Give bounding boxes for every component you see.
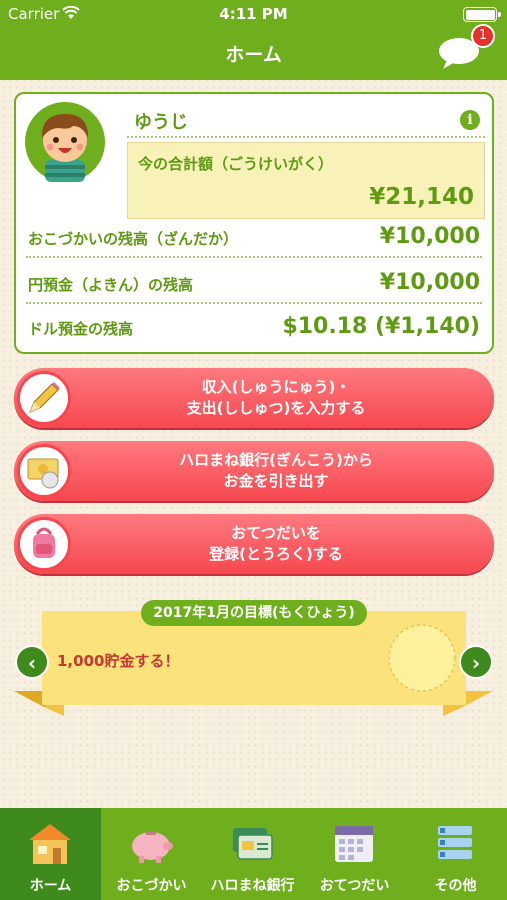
- calendar-icon: [335, 826, 373, 862]
- tab-bank[interactable]: ハロまね銀行: [202, 808, 303, 900]
- income-expense-button[interactable]: 収入(しゅうにゅう)・ 支出(ししゅつ)を入力する: [14, 368, 494, 428]
- prev-goal-button[interactable]: ‹: [15, 645, 49, 679]
- notification-badge: 1: [471, 24, 495, 48]
- button-text-line: おてつだいを: [231, 524, 321, 542]
- total-value: ¥21,140: [369, 184, 474, 210]
- button-text-line: ハロまね銀行(ぎんこう)から: [179, 451, 373, 469]
- goal-banner: 2017年1月の目標(もくひょう) 1,000貯金する！ ‹ ›: [0, 595, 507, 720]
- backpack-icon: [17, 517, 71, 571]
- page-title: ホーム: [225, 44, 282, 66]
- tab-label: その他: [434, 878, 477, 894]
- goal-month-title: 2017年1月の目標(もくひょう): [141, 600, 367, 626]
- tab-bar: ホーム おこづかい ハロまね銀行 おてつだい その他: [0, 808, 507, 900]
- yen-deposit-value: ¥10,000: [379, 270, 480, 295]
- divider: [26, 256, 482, 258]
- next-goal-button[interactable]: ›: [459, 645, 493, 679]
- divider: [127, 136, 485, 138]
- button-text-line: お金を引き出す: [223, 472, 329, 490]
- chores-label: おてつだいを 登録(とうろく)する: [74, 523, 478, 565]
- chores-button[interactable]: おてつだいを 登録(とうろく)する: [14, 514, 494, 574]
- status-bar: Carrier 4:11 PM: [0, 0, 507, 28]
- battery-icon: [463, 7, 501, 22]
- withdraw-button[interactable]: ハロまね銀行(ぎんこう)から お金を引き出す: [14, 441, 494, 501]
- piggy-bank-icon: [132, 832, 173, 863]
- allowance-balance-label: おこづかいの残高（ざんだか）: [28, 230, 239, 248]
- tab-home[interactable]: ホーム: [0, 808, 101, 900]
- tab-chores[interactable]: おてつだい: [304, 808, 405, 900]
- info-icon[interactable]: i: [460, 110, 480, 130]
- button-text-line: 登録(とうろく)する: [209, 545, 343, 563]
- button-text-line: 収入(しゅうにゅう)・: [201, 378, 351, 396]
- money-icon: [17, 444, 71, 498]
- income-expense-label: 収入(しゅうにゅう)・ 支出(ししゅつ)を入力する: [74, 377, 478, 419]
- status-time: 4:11 PM: [219, 5, 288, 23]
- tab-label: ハロまね銀行: [210, 878, 295, 894]
- dollar-deposit-label: ドル預金の残高: [28, 320, 134, 338]
- allowance-balance-value: ¥10,000: [379, 224, 480, 249]
- boy-avatar-icon: [25, 102, 105, 182]
- total-amount-box: 今の合計額（ごうけいがく） ¥21,140: [127, 142, 485, 219]
- tab-allowance[interactable]: おこづかい: [101, 808, 202, 900]
- pencil-icon: [17, 371, 71, 425]
- tab-other[interactable]: その他: [405, 808, 506, 900]
- user-name: ゆうじ: [134, 112, 188, 133]
- dollar-deposit-value: $10.18 (¥1,140): [282, 314, 480, 339]
- bank-card-icon: [233, 828, 273, 860]
- goal-text: 1,000貯金する！: [57, 652, 180, 670]
- balance-card: ゆうじ i 今の合計額（ごうけいがく） ¥21,140 おこづかいの残高（ざんだ…: [14, 92, 494, 354]
- list-icon: [438, 826, 472, 859]
- top-bar: Carrier 4:11 PM ホーム 1: [0, 0, 507, 80]
- withdraw-label: ハロまね銀行(ぎんこう)から お金を引き出す: [74, 450, 478, 492]
- divider: [26, 302, 482, 304]
- house-icon: [29, 824, 71, 864]
- tab-label: おてつだい: [319, 878, 390, 894]
- tab-label: ホーム: [29, 878, 72, 894]
- tab-label: おこづかい: [116, 878, 187, 894]
- button-text-line: 支出(ししゅつ)を入力する: [186, 399, 366, 417]
- total-label: 今の合計額（ごうけいがく）: [138, 155, 334, 173]
- yen-deposit-label: 円預金（よきん）の残高: [28, 276, 194, 294]
